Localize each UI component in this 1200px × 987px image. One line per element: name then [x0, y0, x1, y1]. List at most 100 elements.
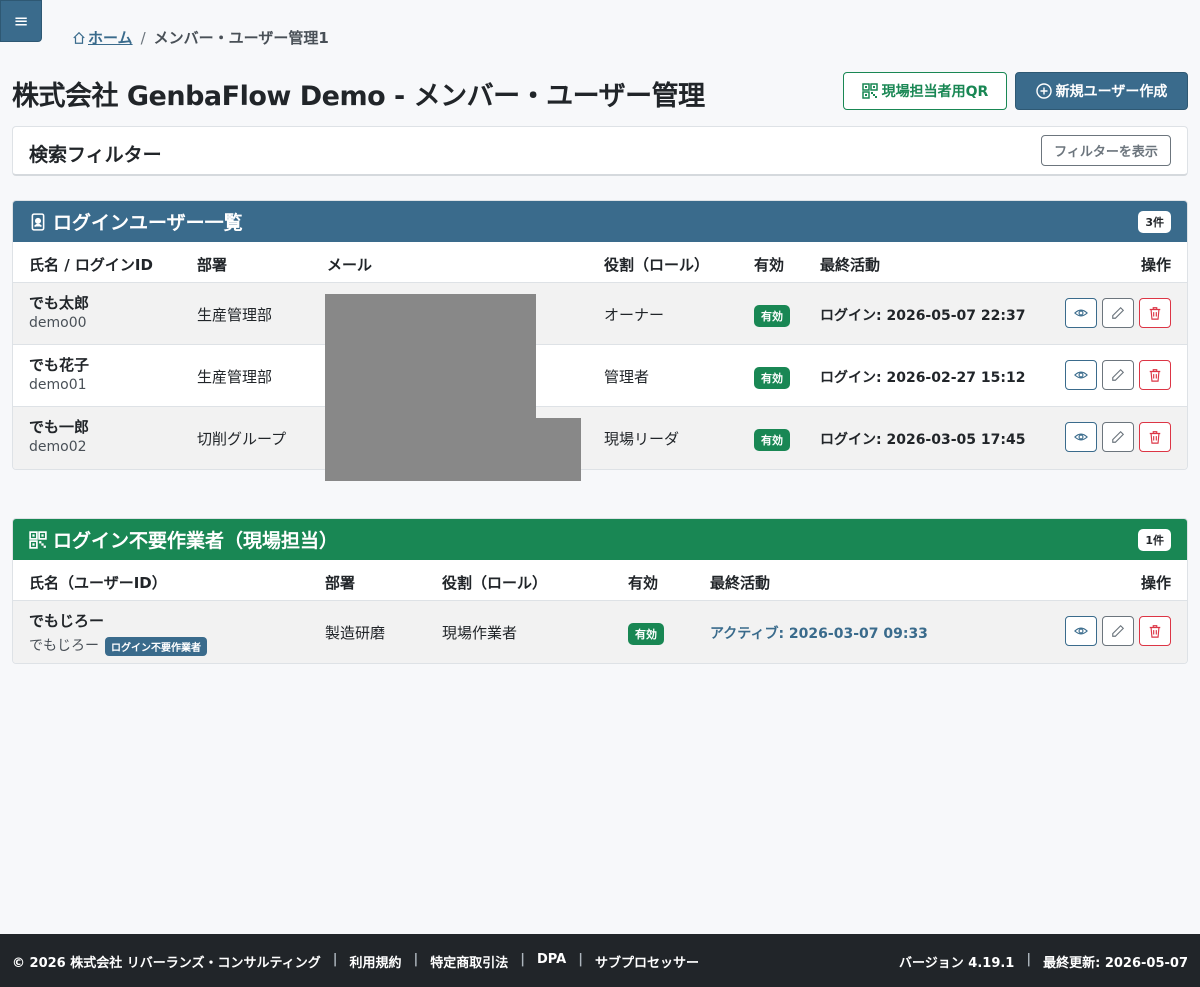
status-badge: 有効	[754, 429, 790, 451]
field-workers-header: ログイン不要作業者（現場担当） 1件	[13, 519, 1187, 560]
login-users-header: ログインユーザー一覧 3件	[13, 201, 1187, 242]
user-role: 管理者	[604, 368, 650, 386]
footer-version: バージョン 4.19.1	[899, 956, 1015, 971]
login-users-title: ログインユーザー一覧	[53, 212, 243, 234]
edit-button[interactable]	[1102, 616, 1134, 646]
col-mail: メール	[327, 256, 373, 274]
user-login-id: demo02	[29, 439, 87, 455]
col-name: 氏名（ユーザーID）	[29, 574, 167, 592]
footer-link-dpa[interactable]: DPA	[537, 952, 566, 971]
footer: © 2026 株式会社 リバーランズ・コンサルティング | 利用規約 | 特定商…	[0, 934, 1200, 987]
user-dept: 切削グループ	[197, 430, 287, 448]
user-role: オーナー	[604, 306, 665, 324]
col-dept: 部署	[325, 574, 356, 592]
worker-user-id: でもじろー	[29, 638, 99, 654]
breadcrumb-separator: /	[140, 28, 146, 47]
trash-icon	[1149, 431, 1161, 444]
user-dept: 生産管理部	[197, 306, 273, 324]
field-workers-count-badge: 1件	[1138, 529, 1171, 551]
col-operations: 操作	[1140, 256, 1171, 274]
eye-icon	[1074, 433, 1088, 441]
row-actions	[1065, 616, 1171, 646]
field-workers-title: ログイン不要作業者（現場担当）	[53, 530, 339, 552]
col-operations: 操作	[1140, 574, 1171, 592]
trash-icon	[1149, 307, 1161, 320]
pencil-icon	[1112, 368, 1125, 381]
person-badge-icon	[29, 212, 47, 231]
col-valid: 有効	[754, 256, 785, 274]
eye-icon	[1074, 309, 1088, 317]
redacted-email-block	[325, 294, 536, 481]
footer-updated: 最終更新: 2026-05-07	[1043, 956, 1188, 971]
eye-icon	[1074, 627, 1088, 635]
breadcrumb-home-link[interactable]: ホーム	[72, 27, 133, 48]
footer-left: © 2026 株式会社 リバーランズ・コンサルティング | 利用規約 | 特定商…	[12, 952, 699, 971]
footer-link-subprocessors[interactable]: サブプロセッサー	[595, 952, 699, 971]
col-dept: 部署	[197, 256, 228, 274]
login-users-count-badge: 3件	[1138, 211, 1171, 233]
redacted-email-block	[536, 418, 581, 481]
no-login-worker-badge: ログイン不要作業者	[105, 636, 207, 656]
col-role: 役割（ロール）	[442, 574, 548, 592]
table-row: でも花子 demo01 生産管理部 管理者 有効 ログイン: 2026-02-2…	[13, 345, 1187, 407]
status-badge: 有効	[754, 367, 790, 389]
worker-last-activity: アクティブ: 2026-03-07 09:33	[710, 626, 928, 642]
row-actions	[1065, 298, 1171, 328]
footer-link-commerce-law[interactable]: 特定商取引法	[430, 952, 508, 971]
view-button[interactable]	[1065, 422, 1097, 452]
hamburger-icon: ≡	[13, 10, 29, 32]
table-header: 氏名 / ログインID 部署 メール 役割（ロール） 有効 最終活動 操作	[13, 242, 1187, 283]
breadcrumb-current: メンバー・ユーザー管理1	[153, 29, 329, 47]
view-button[interactable]	[1065, 298, 1097, 328]
footer-copyright: © 2026 株式会社 リバーランズ・コンサルティング	[12, 956, 321, 971]
edit-button[interactable]	[1102, 298, 1134, 328]
view-button[interactable]	[1065, 360, 1097, 390]
footer-right: バージョン 4.19.1 | 最終更新: 2026-05-07	[899, 952, 1188, 971]
delete-button[interactable]	[1139, 422, 1171, 452]
user-name: でも花子	[29, 356, 90, 374]
user-last-activity: ログイン: 2026-03-05 17:45	[820, 432, 1026, 448]
edit-button[interactable]	[1102, 360, 1134, 390]
col-role: 役割（ロール）	[604, 256, 710, 274]
delete-button[interactable]	[1139, 298, 1171, 328]
user-last-activity: ログイン: 2026-05-07 22:37	[820, 308, 1026, 324]
table-row: でも太郎 demo00 生産管理部 オーナー 有効 ログイン: 2026-05-…	[13, 283, 1187, 345]
col-name: 氏名 / ログインID	[29, 256, 153, 274]
edit-button[interactable]	[1102, 422, 1134, 452]
row-actions	[1065, 422, 1171, 452]
show-filter-button[interactable]: フィルターを表示	[1041, 135, 1171, 166]
row-actions	[1065, 360, 1171, 390]
col-valid: 有効	[628, 574, 659, 592]
user-last-activity: ログイン: 2026-02-27 15:12	[820, 370, 1026, 386]
login-users-card: ログインユーザー一覧 3件 氏名 / ログインID 部署 メール 役割（ロール）…	[12, 200, 1188, 470]
field-worker-qr-button[interactable]: 現場担当者用QR	[843, 72, 1007, 110]
new-user-button[interactable]: 新規ユーザー作成	[1015, 72, 1188, 110]
eye-icon	[1074, 371, 1088, 379]
view-button[interactable]	[1065, 616, 1097, 646]
search-filter-card: 検索フィルター フィルターを表示	[12, 126, 1188, 176]
user-name: でも一郎	[29, 418, 90, 436]
delete-button[interactable]	[1139, 616, 1171, 646]
page-title: 株式会社 GenbaFlow Demo - メンバー・ユーザー管理	[12, 81, 705, 112]
table-row: でもじろー でもじろー ログイン不要作業者 製造研磨 現場作業者 有効 アクティブ…	[13, 601, 1187, 663]
user-dept: 生産管理部	[197, 368, 273, 386]
pencil-icon	[1112, 306, 1125, 319]
user-name: でも太郎	[29, 294, 90, 312]
delete-button[interactable]	[1139, 360, 1171, 390]
col-last-activity: 最終活動	[820, 256, 881, 274]
field-workers-card: ログイン不要作業者（現場担当） 1件 氏名（ユーザーID） 部署 役割（ロール）…	[12, 518, 1188, 664]
col-last-activity: 最終活動	[710, 574, 771, 592]
menu-toggle-button[interactable]: ≡	[0, 0, 42, 42]
worker-name: でもじろー	[29, 612, 105, 630]
table-row: でも一郎 demo02 切削グループ 現場リーダ 有効 ログイン: 2026-0…	[13, 407, 1187, 469]
qr-code-icon	[861, 83, 878, 99]
status-badge: 有効	[754, 305, 790, 327]
footer-link-terms[interactable]: 利用規約	[349, 952, 401, 971]
worker-role: 現場作業者	[442, 624, 518, 642]
home-icon	[73, 31, 85, 44]
trash-icon	[1149, 369, 1161, 382]
user-login-id: demo01	[29, 377, 87, 393]
plus-circle-icon	[1035, 83, 1052, 99]
pencil-icon	[1112, 624, 1125, 637]
user-role: 現場リーダ	[604, 430, 680, 448]
